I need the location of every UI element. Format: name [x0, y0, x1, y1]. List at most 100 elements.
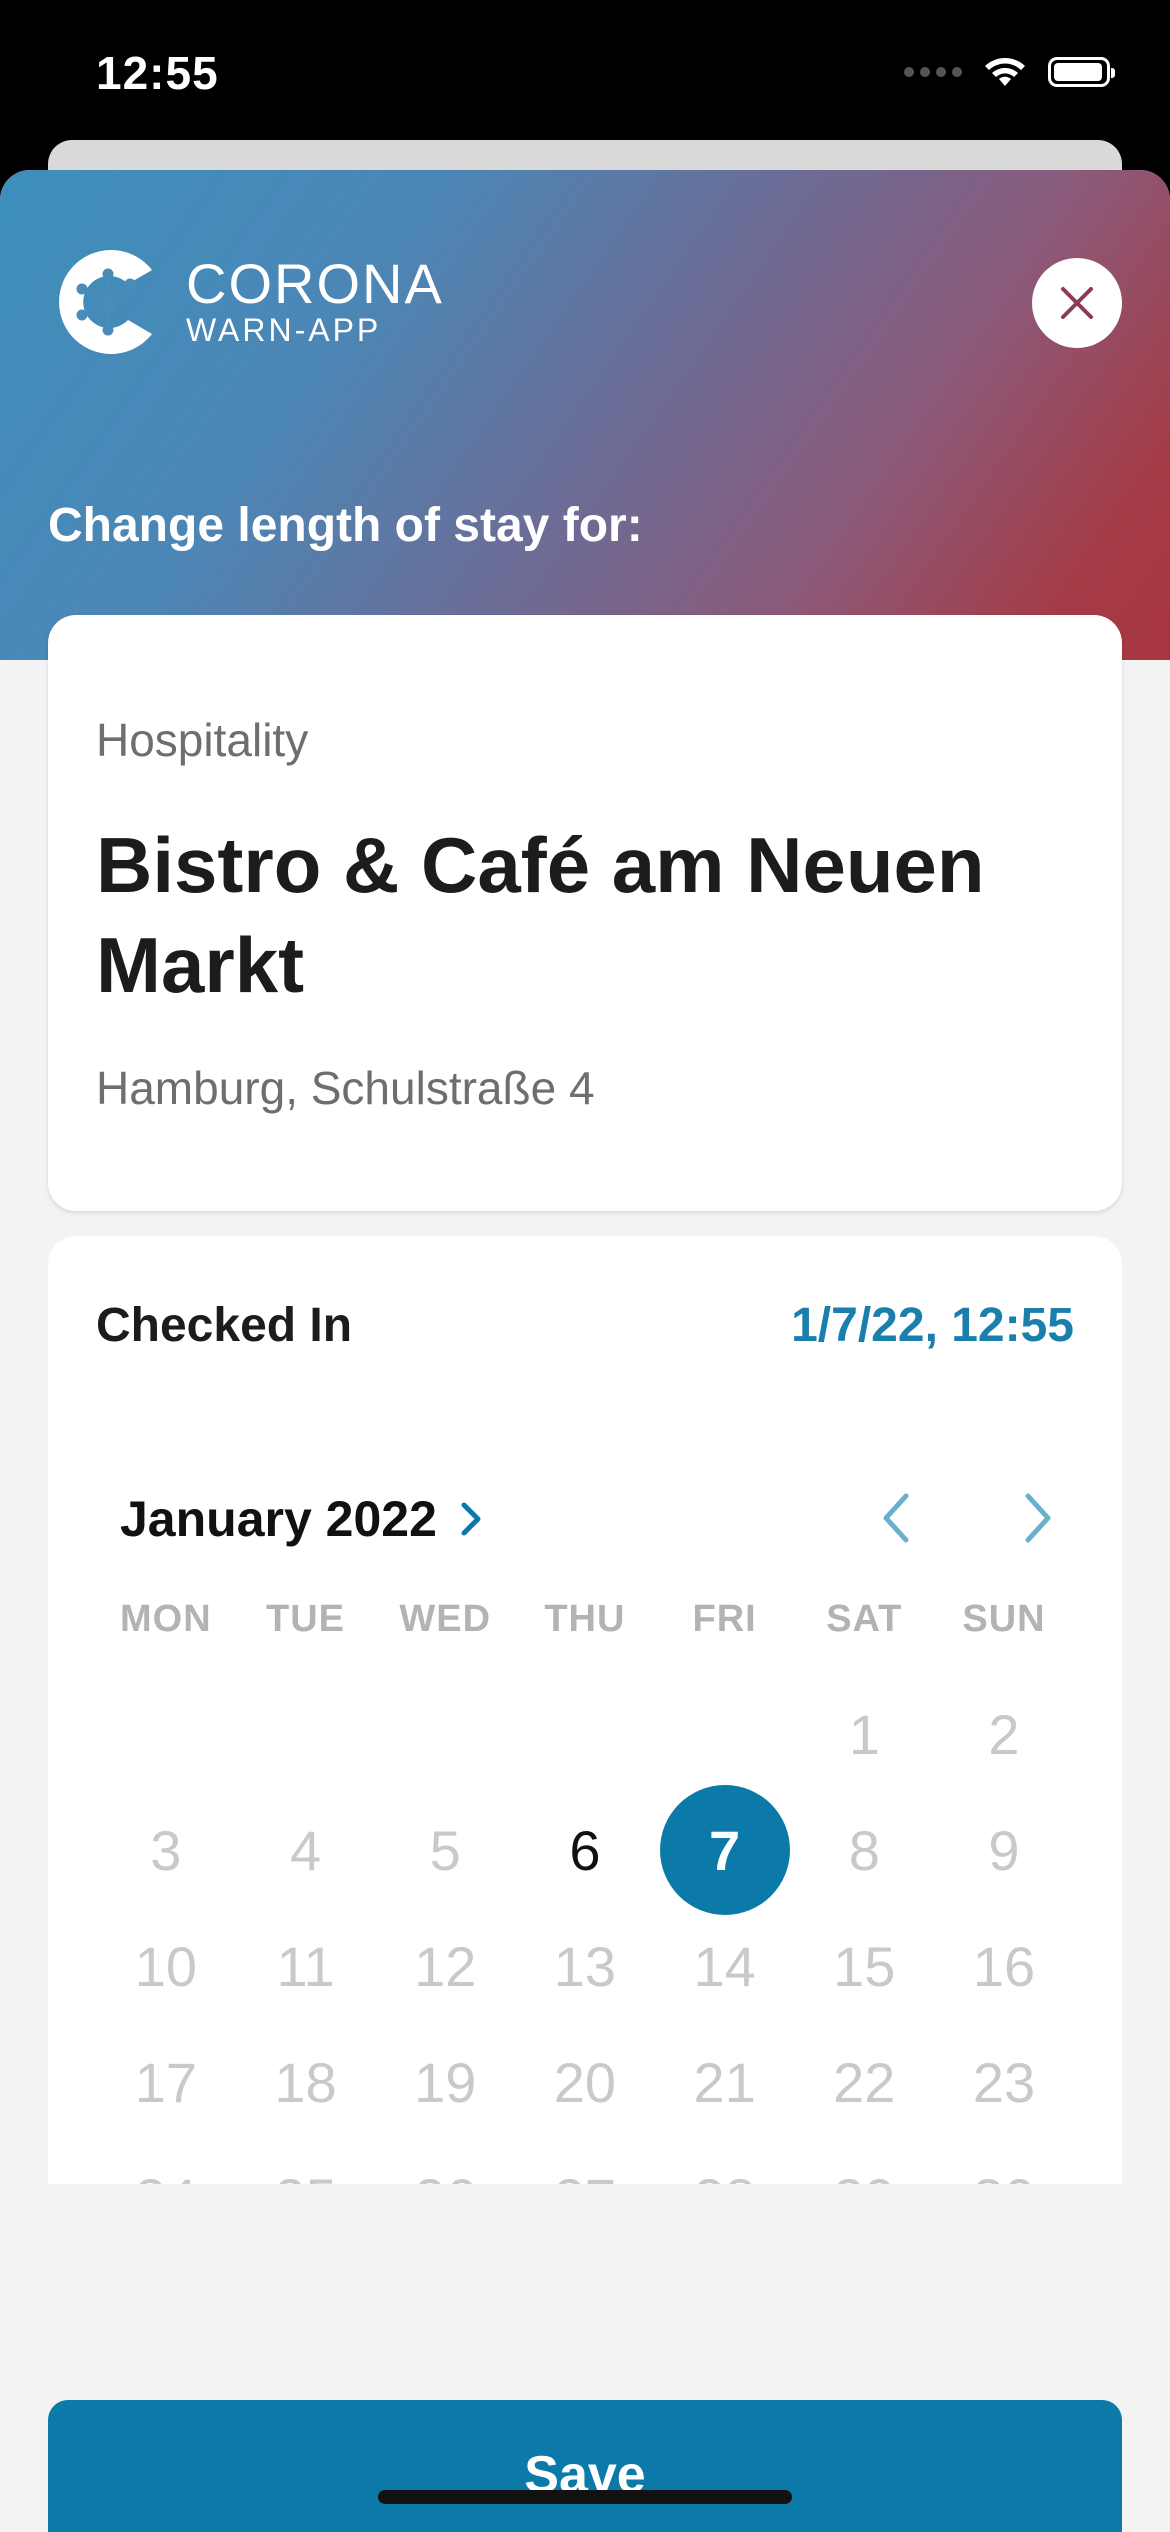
calendar-day: 26: [375, 2140, 515, 2185]
calendar-day: 11: [236, 1908, 376, 2024]
calendar-day-number: 2: [988, 1702, 1020, 1766]
calendar-day: 15: [794, 1908, 934, 2024]
month-selector[interactable]: January 2022: [120, 1490, 483, 1548]
venue-name: Bistro & Café am Neuen Markt: [96, 821, 985, 1009]
calendar-card: Checked In 1/7/22, 12:55 January 2022 MO…: [48, 1236, 1122, 2184]
home-indicator: [378, 2490, 792, 2504]
calendar-day-number: 20: [553, 2050, 617, 2114]
calendar-days-grid: 1234567891011121314151617181920212223242…: [96, 1676, 1074, 2185]
calendar-day-number: 22: [833, 2050, 896, 2114]
calendar-day: 29: [794, 2140, 934, 2185]
calendar-day: 10: [96, 1908, 236, 2024]
logo-title: CORONA: [186, 252, 444, 315]
close-icon: [1061, 287, 1093, 319]
calendar-day-number: 16: [972, 1934, 1036, 1998]
calendar-day: 4: [236, 1792, 376, 1908]
calendar-day-number: 18: [274, 2050, 337, 2114]
calendar-day-number: 6: [569, 1818, 601, 1882]
calendar-day-empty: [515, 1676, 655, 1792]
calendar-day-number: 21: [693, 2050, 756, 2114]
battery-icon: [1048, 57, 1115, 87]
calendar-day-number: 3: [150, 1818, 182, 1882]
calendar-day: 22: [794, 2024, 934, 2140]
chevron-right-icon: [461, 1502, 481, 1536]
weekday-label: TUE: [266, 1598, 346, 1640]
calendar-day-number: 27: [554, 2166, 616, 2185]
calendar-day: 18: [236, 2024, 376, 2140]
calendar-day[interactable]: 6: [515, 1792, 655, 1908]
chevron-right-icon: [1025, 1493, 1051, 1543]
calendar-day: 13: [515, 1908, 655, 2024]
calendar-day: 21: [655, 2024, 795, 2140]
calendar-day: 28: [655, 2140, 795, 2185]
calendar-day-number: 12: [414, 1934, 477, 1998]
calendar-day: 19: [375, 2024, 515, 2140]
calendar-day-empty: [236, 1676, 376, 1792]
chevron-left-icon: [883, 1493, 909, 1543]
calendar-day-number: 1: [848, 1702, 880, 1766]
calendar-day-number: 4: [289, 1818, 322, 1882]
save-button[interactable]: Save: [48, 2400, 1122, 2532]
weekday-label: SUN: [962, 1598, 1046, 1640]
calendar-day: 5: [375, 1792, 515, 1908]
weekday-label: SAT: [826, 1598, 903, 1640]
calendar-day-number: 26: [414, 2166, 476, 2185]
calendar-day-number: 28: [693, 2166, 755, 2185]
calendar-day: 14: [655, 1908, 795, 2024]
corona-warn-app-logo-icon: [59, 250, 152, 354]
modal-sheet: CORONA WARN-APP Change length of stay fo…: [0, 170, 1170, 2532]
calendar-day: 25: [236, 2140, 376, 2185]
calendar-day-empty: [96, 1676, 236, 1792]
weekday-label: WED: [399, 1598, 492, 1640]
month-label: January 2022: [120, 1491, 437, 1547]
cellular-signal-icon: [904, 67, 962, 77]
calendar-day-number: 9: [988, 1818, 1020, 1882]
page-subtitle: Change length of stay for:: [48, 499, 643, 552]
weekday-header: MON TUE WED THU FRI SAT SUN: [96, 1598, 1074, 1641]
status-icons: [904, 52, 1115, 92]
logo-subtitle: WARN-APP: [186, 312, 382, 348]
calendar-day: 30: [934, 2140, 1074, 2185]
calendar-day-number: 19: [414, 2050, 477, 2114]
calendar-day: 27: [515, 2140, 655, 2185]
header-banner: CORONA WARN-APP Change length of stay fo…: [0, 170, 1170, 660]
calendar-day-number: 5: [429, 1818, 461, 1882]
calendar-day: 24: [96, 2140, 236, 2185]
calendar-day: 8: [794, 1792, 934, 1908]
calendar-day-number: 15: [833, 1934, 896, 1998]
wifi-icon: [985, 58, 1025, 86]
calendar-day-number: 23: [972, 2050, 1036, 2114]
logo-wordmark: CORONA WARN-APP: [186, 252, 444, 349]
calendar-day-number: 8: [848, 1818, 880, 1882]
calendar-day: 17: [96, 2024, 236, 2140]
calendar-day: 3: [96, 1792, 236, 1908]
calendar-day-number: 10: [134, 1934, 197, 1998]
weekday-label: FRI: [692, 1598, 757, 1640]
status-bar: 12:55: [0, 0, 1170, 150]
venue-address: Hamburg, Schulstraße 4: [96, 1062, 595, 1114]
calendar-day-number: 25: [274, 2166, 336, 2185]
status-time: 12:55: [96, 47, 219, 99]
app-logo: CORONA WARN-APP: [48, 242, 444, 362]
venue-type: Hospitality: [96, 714, 309, 766]
calendar-day: 16: [934, 1908, 1074, 2024]
calendar-day-number: 11: [276, 1934, 335, 1998]
calendar-day-selected[interactable]: 7: [655, 1792, 795, 1908]
calendar-day: 12: [375, 1908, 515, 2024]
checkin-label: Checked In: [96, 1299, 353, 1352]
calendar-day-number: 14: [693, 1934, 756, 1998]
calendar-day: 9: [934, 1792, 1074, 1908]
venue-card: Hospitality Bistro & Café am Neuen Markt…: [48, 615, 1122, 1211]
calendar-day-number: 17: [134, 2050, 197, 2114]
calendar-day-number: 30: [973, 2166, 1035, 2185]
weekday-label: THU: [544, 1598, 626, 1640]
close-button[interactable]: [1032, 258, 1122, 348]
calendar-day: 20: [515, 2024, 655, 2140]
calendar-day-empty: [375, 1676, 515, 1792]
calendar-day: 1: [794, 1676, 934, 1792]
checkin-datetime[interactable]: 1/7/22, 12:55: [791, 1298, 1074, 1353]
previous-month-button[interactable]: [866, 1488, 926, 1548]
weekday-label: MON: [120, 1598, 212, 1640]
next-month-button[interactable]: [1008, 1488, 1068, 1548]
calendar-day: 23: [934, 2024, 1074, 2140]
